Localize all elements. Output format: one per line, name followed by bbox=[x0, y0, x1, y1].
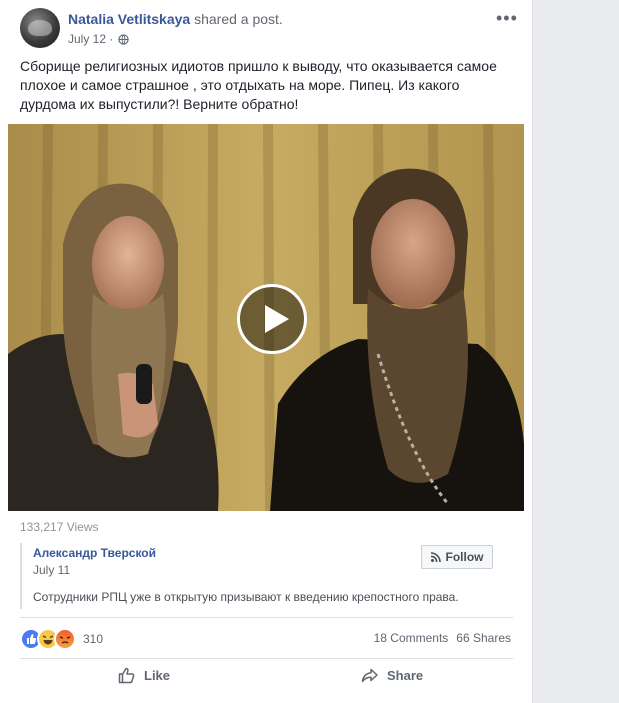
play-button[interactable] bbox=[237, 284, 307, 354]
post-text: Сборище религиозных идиотов пришло к выв… bbox=[20, 58, 497, 112]
share-label: Share bbox=[387, 667, 424, 683]
post-card: Natalia Vetlitskaya shared a post. July … bbox=[0, 0, 533, 703]
like-button[interactable]: Like bbox=[118, 666, 170, 684]
globe-icon bbox=[118, 33, 130, 45]
share-arrow-icon bbox=[361, 668, 378, 683]
divider bbox=[20, 617, 513, 618]
thumbs-up-icon bbox=[118, 667, 135, 684]
post-header: Natalia Vetlitskaya shared a post. bbox=[68, 11, 283, 27]
author-action: shared a post. bbox=[194, 11, 283, 27]
divider bbox=[20, 658, 513, 659]
follow-button[interactable]: Follow bbox=[421, 545, 493, 569]
shared-text: Сотрудники РПЦ уже в открытую призывают … bbox=[33, 590, 459, 604]
comments-count-link[interactable]: 18 Comments bbox=[374, 631, 449, 645]
reactions-count: 310 bbox=[83, 632, 104, 646]
post-meta: July 12 · bbox=[68, 32, 130, 46]
shared-date[interactable]: July 11 bbox=[33, 563, 70, 577]
shared-post: Александр Тверской July 11 Follow Сотруд… bbox=[20, 543, 510, 609]
video-player[interactable] bbox=[8, 124, 524, 511]
post-date[interactable]: July 12 · bbox=[68, 32, 113, 46]
angry-reaction-icon bbox=[54, 628, 76, 650]
author-avatar[interactable] bbox=[20, 8, 60, 48]
reactions-summary[interactable]: 310 bbox=[20, 628, 103, 650]
shares-count-link[interactable]: 66 Shares bbox=[456, 631, 511, 645]
view-count: 133,217 Views bbox=[20, 520, 99, 534]
more-options-icon[interactable]: ••• bbox=[496, 8, 518, 29]
share-button[interactable]: Share bbox=[361, 666, 423, 684]
rss-icon bbox=[430, 552, 441, 562]
author-name-link[interactable]: Natalia Vetlitskaya bbox=[68, 11, 190, 27]
like-label: Like bbox=[144, 667, 171, 683]
follow-label: Follow bbox=[445, 550, 484, 564]
engagement-counts: 18 Comments 66 Shares bbox=[374, 631, 511, 645]
shared-author-link[interactable]: Александр Тверской bbox=[33, 546, 156, 560]
